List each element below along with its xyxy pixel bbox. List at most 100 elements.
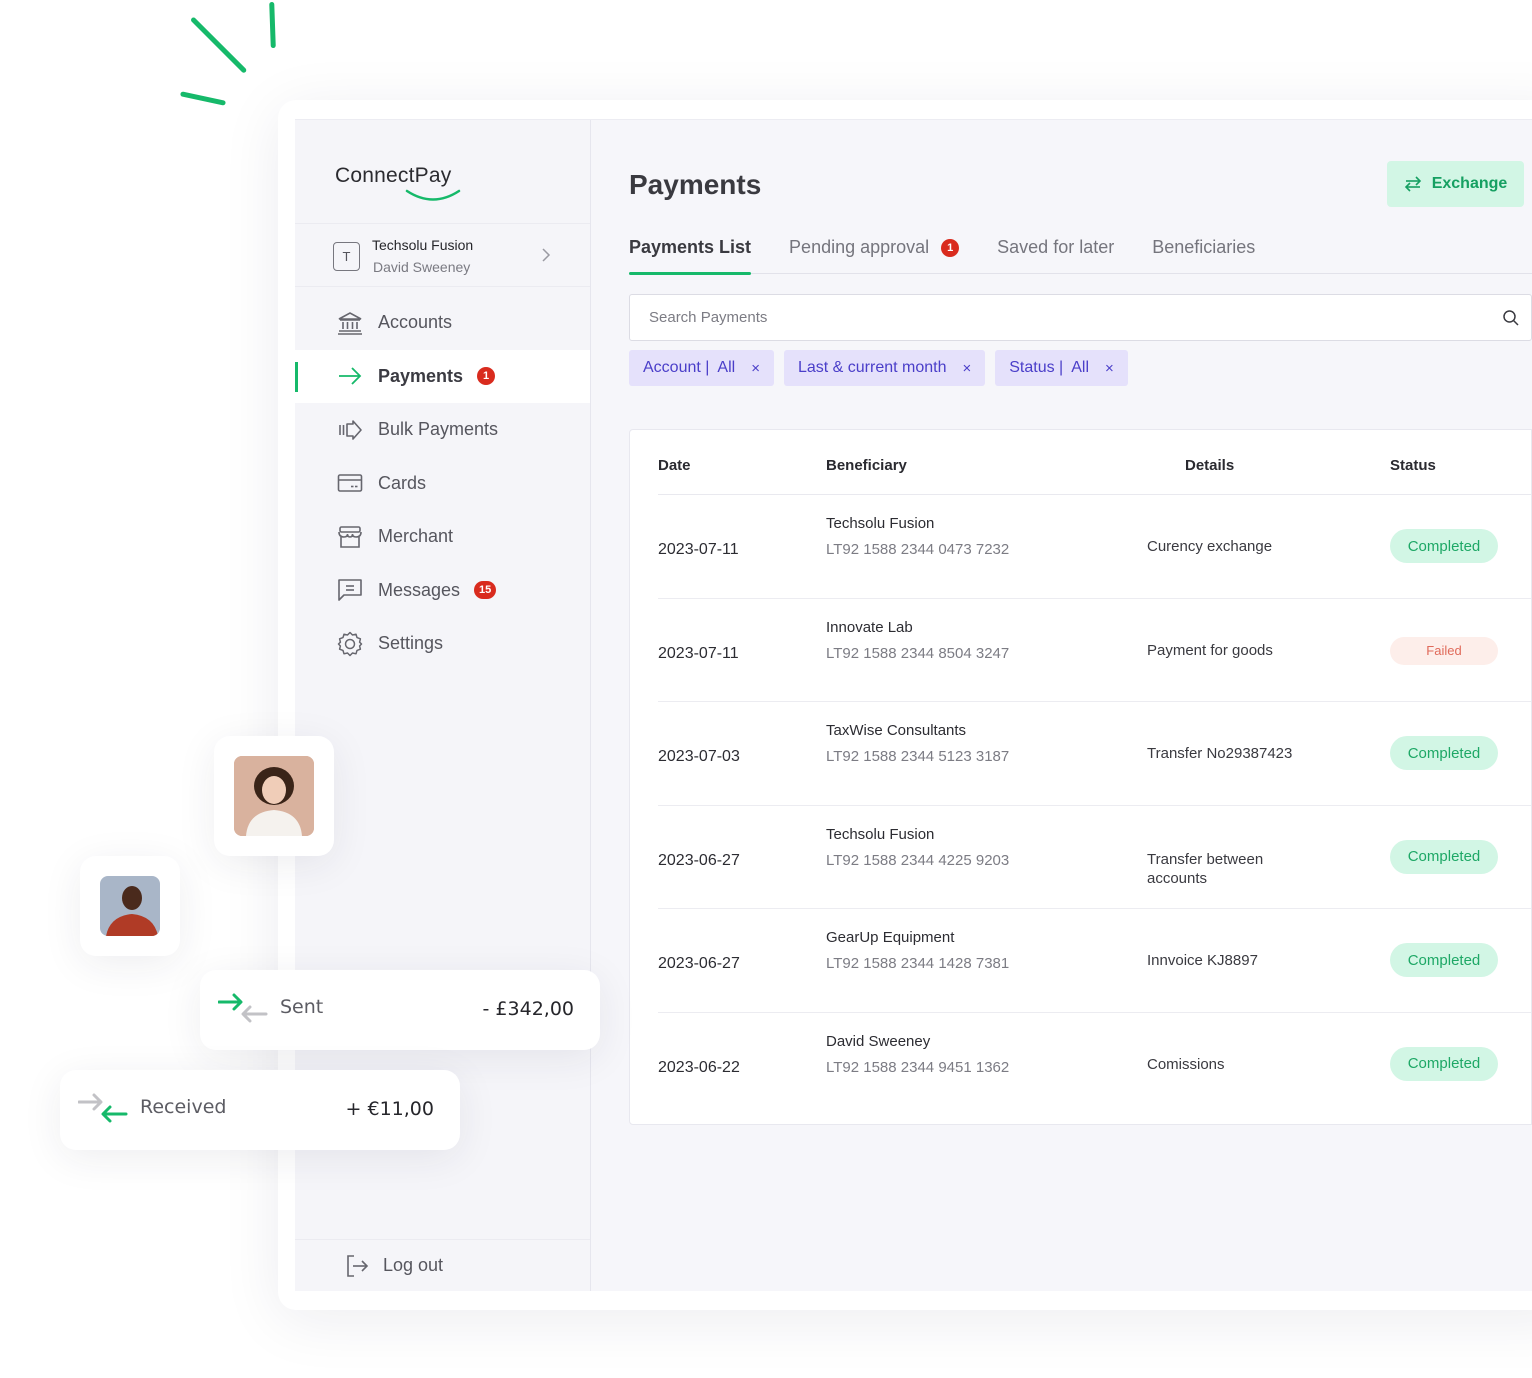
cell-beneficiary-iban: LT92 1588 2344 8504 3247 [826,644,1010,662]
org-switcher[interactable]: T Techsolu Fusion David Sweeney [295,223,590,287]
table-row[interactable]: 2023-07-11 Techsolu Fusion LT92 1588 2344 … [658,495,1531,599]
cell-date: 2023-06-22 [658,1058,740,1076]
filter-chip-account[interactable]: Account | All × [629,350,774,386]
cell-date: 2023-07-03 [658,748,740,765]
sidebar-item-label: Settings [378,633,444,654]
sent-amount: - £342,00 [482,998,574,1020]
sidebar-item-accounts[interactable]: Accounts [295,296,590,350]
close-icon[interactable]: × [1105,360,1114,377]
sidebar-item-label: Merchant [378,526,454,547]
exchange-button[interactable]: Exchange [1387,161,1524,207]
cell-details: Curency exchange [1147,538,1273,555]
sidebar-item-payments[interactable]: Payments 1 [295,349,590,403]
tab-label: Pending approval [789,237,930,257]
bank-icon [337,310,363,336]
logout-label: Log out [383,1255,444,1275]
app-window: ConnectPay T Techsolu Fusion David Sween… [295,119,1532,1291]
sidebar-item-label: Payments [378,365,464,386]
decorative-spark [190,16,248,74]
column-header-status[interactable]: Status [1390,457,1436,474]
sidebar-item-bulk-payments[interactable]: Bulk Payments [295,403,590,457]
chip-label: Last & current month [797,359,947,376]
sent-arrows-icon [218,993,268,1023]
logo-text: ConnectPay [335,164,452,187]
search-bar [629,294,1532,341]
cell-date: 2023-06-27 [658,851,740,869]
payments-tabs: Payments List Pending approval 1 Saved fo… [629,237,1532,275]
bulk-arrow-icon [337,417,363,443]
cell-date: 2023-06-27 [658,955,740,972]
cell-beneficiary-name: TaxWise Consultants [826,722,967,739]
logout-icon [347,1254,369,1277]
status-badge: Completed [1390,839,1498,874]
sidebar-item-cards[interactable]: Cards [295,457,590,511]
search-input[interactable] [649,309,1491,326]
tab-label: Payments List [629,237,752,257]
chip-label: Account | All [643,359,736,376]
logout-button[interactable]: Log out [295,1239,590,1291]
sidebar-item-messages[interactable]: Messages 15 [295,564,590,618]
avatar-man [100,876,160,936]
column-header-date[interactable]: Date [658,457,691,474]
received-transaction-card: Received + €11,00 [60,1070,460,1150]
cell-beneficiary-iban: LT92 1588 2344 5123 3187 [826,748,1010,765]
table-row[interactable]: 2023-07-03 TaxWise Consultants LT92 1588 2… [658,702,1531,806]
cell-details: Payment for goods [1147,641,1273,659]
tab-pending-approval[interactable]: Pending approval 1 [789,237,960,274]
chevron-right-icon [542,248,551,262]
tab-label: Saved for later [997,237,1115,257]
cell-date: 2023-07-11 [658,644,739,662]
contact-card-woman [214,736,334,856]
table-row[interactable]: 2023-06-27 GearUp Equipment LT92 1588 2344… [658,909,1531,1013]
table-row[interactable]: 2023-06-22 David Sweeney LT92 1588 2344 94… [658,1013,1531,1117]
cell-beneficiary-name: Techsolu Fusion [826,825,935,843]
column-header-details[interactable]: Details [1185,457,1234,474]
sent-label: Sent [280,996,324,1018]
sidebar-item-settings[interactable]: Settings [295,617,590,671]
card-icon [337,470,363,496]
table-row[interactable]: 2023-06-27 Techsolu Fusion LT92 1588 2344 … [658,806,1531,909]
filter-chip-status[interactable]: Status | All × [995,350,1128,386]
sidebar-item-merchant[interactable]: Merchant [295,510,590,564]
filter-chip-period[interactable]: Last & current month × [783,350,986,386]
org-avatar: T [333,242,360,271]
sidebar-item-label: Cards [378,472,427,493]
received-label: Received [140,1096,227,1118]
close-icon[interactable]: × [751,360,760,377]
tab-payments-list[interactable]: Payments List [629,237,752,275]
avatar-woman [234,756,314,836]
tab-beneficiaries[interactable]: Beneficiaries [1152,237,1255,274]
sidebar-item-label: Bulk Payments [378,419,499,440]
received-arrows-icon [78,1093,128,1123]
decorative-spark [269,1,276,49]
search-icon[interactable] [1491,309,1531,327]
payments-table: Date Beneficiary Details Status 2023-07-… [629,429,1532,1125]
table-row[interactable]: 2023-07-11 Innovate Lab LT92 1588 2344 850… [658,599,1531,702]
logo-smile-icon [405,189,461,201]
cell-beneficiary-name: Techsolu Fusion [826,515,935,532]
org-user-name: David Sweeney [373,259,471,275]
table-header: Date Beneficiary Details Status [658,430,1531,495]
close-icon[interactable]: × [962,360,971,377]
received-amount: + €11,00 [345,1098,434,1120]
cell-details: Transfer between accounts [1147,850,1264,887]
main-content: Payments Exchange Payments List Pending … [591,120,1532,1291]
status-badge: Failed [1390,636,1498,665]
tab-saved-for-later[interactable]: Saved for later [997,237,1114,274]
sidebar-item-label: Messages [378,579,461,600]
cell-details: Innvoice KJ8897 [1147,952,1258,969]
pending-count-badge: 1 [941,239,960,257]
cell-beneficiary-iban: LT92 1588 2344 9451 1362 [826,1058,1010,1076]
column-header-beneficiary[interactable]: Beneficiary [826,457,907,474]
gear-icon [337,631,363,657]
org-company-name: Techsolu Fusion [372,237,474,253]
table-body: 2023-07-11 Techsolu Fusion LT92 1588 2344 … [630,495,1531,1116]
cell-details: Comissions [1147,1055,1225,1073]
sent-transaction-card: Sent - £342,00 [200,970,600,1050]
cell-date: 2023-07-11 [658,541,739,558]
status-badge: Completed [1390,943,1498,977]
logo: ConnectPay [335,164,461,201]
cell-beneficiary-name: Innovate Lab [826,618,913,636]
chip-label: Status | All [1009,359,1089,376]
filter-chips: Account | All × Last & current month × Sta… [629,350,1128,386]
